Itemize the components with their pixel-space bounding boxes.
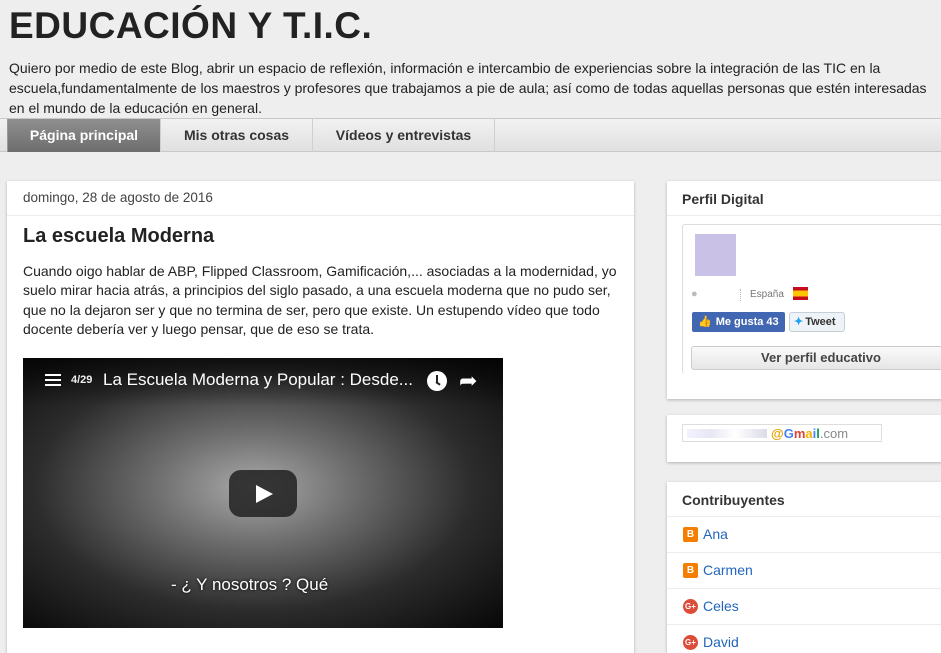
play-icon[interactable] [229, 470, 297, 517]
email-widget: @Gmail.com [667, 415, 941, 462]
video-player[interactable]: 4/29 La Escuela Moderna y Popular : Desd… [23, 358, 503, 628]
facebook-like-button[interactable]: 👍 Me gusta 43 [692, 312, 785, 332]
video-title[interactable]: La Escuela Moderna y Popular : Desde... [103, 370, 421, 390]
tweet-button[interactable]: ✦ Tweet [789, 312, 845, 332]
divider [740, 289, 741, 301]
contributor-item[interactable]: B Ana [667, 517, 941, 553]
like-label: Me gusta 43 [715, 316, 779, 328]
contribuyentes-widget: Contribuyentes B Ana B Carmen G+ Celes G… [667, 482, 941, 653]
profile-country: España [750, 289, 784, 300]
contributor-name[interactable]: Celes [703, 598, 739, 614]
blogger-icon: B [683, 527, 698, 542]
playlist-icon[interactable] [45, 374, 61, 388]
tab-pagina-principal[interactable]: Página principal [7, 119, 161, 152]
clock-icon[interactable] [427, 371, 447, 391]
email-address: @Gmail.com [771, 426, 849, 441]
widget-title: Perfil Digital [682, 191, 764, 207]
nav-tabs: Página principal Mis otras cosas Vídeos … [0, 118, 941, 152]
post-card: domingo, 28 de agosto de 2016 La escuela… [7, 181, 634, 653]
blog-description: Quiero por medio de este Blog, abrir un … [9, 60, 927, 116]
twitter-bird-icon: ✦ [794, 316, 804, 328]
ver-perfil-button[interactable]: Ver perfil educativo [691, 346, 941, 370]
contributor-name[interactable]: Carmen [703, 562, 753, 578]
google-plus-icon: G+ [683, 635, 698, 650]
location-pin-icon: ● [691, 288, 698, 300]
share-icon[interactable]: ➦ [459, 370, 477, 392]
blog-header: EDUCACIÓN Y T.I.C. Quiero por medio de e… [0, 0, 941, 118]
perfil-digital-widget: Perfil Digital ● España 👍 Me gusta 43 ✦ Tw… [667, 181, 941, 399]
tab-videos-entrevistas[interactable]: Vídeos y entrevistas [313, 119, 495, 152]
contributor-name[interactable]: Ana [703, 526, 728, 542]
video-subtitle: - ¿ Y nosotros ? Qué [171, 575, 329, 594]
divider [7, 215, 634, 216]
contributor-item[interactable]: G+ David [667, 625, 941, 653]
contributor-item[interactable]: B Carmen [667, 553, 941, 589]
thumbs-up-icon: 👍 [698, 316, 712, 328]
avatar[interactable] [695, 234, 736, 276]
email-image: @Gmail.com [682, 424, 882, 442]
spain-flag-icon [793, 287, 808, 300]
tab-mis-otras-cosas[interactable]: Mis otras cosas [161, 119, 313, 152]
widget-title: Contribuyentes [682, 492, 785, 508]
divider [667, 215, 941, 216]
post-title[interactable]: La escuela Moderna [23, 225, 214, 248]
google-plus-icon: G+ [683, 599, 698, 614]
blogger-icon: B [683, 563, 698, 578]
tweet-label: Tweet [805, 316, 836, 328]
blog-title[interactable]: EDUCACIÓN Y T.I.C. [9, 5, 372, 47]
post-body: Cuando oigo hablar de ABP, Flipped Class… [23, 263, 617, 337]
email-user-blur [687, 429, 767, 438]
video-playlist-count: 4/29 [71, 374, 93, 386]
post-date: domingo, 28 de agosto de 2016 [23, 190, 213, 205]
contributor-item[interactable]: G+ Celes [667, 589, 941, 625]
contributor-name[interactable]: David [703, 634, 739, 650]
